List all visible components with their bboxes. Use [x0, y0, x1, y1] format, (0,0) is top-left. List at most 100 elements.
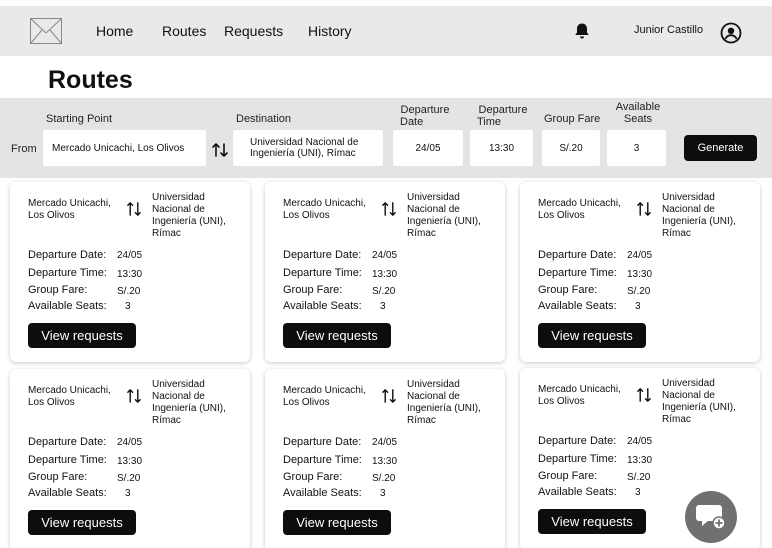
departure-time-value: 13:30	[117, 269, 143, 280]
departure-time-label: Departure Time:	[28, 454, 107, 466]
route-destination-line1: Universidad	[152, 192, 205, 203]
departure-date-value: 24/05	[372, 250, 398, 261]
departure-time-label-line1: Departure	[478, 104, 528, 116]
route-destination-line4: Rímac	[662, 228, 691, 239]
chat-fab-button[interactable]	[685, 491, 737, 543]
top-navigation-bar: Home Routes Requests History Junior Cast…	[0, 6, 772, 56]
group-fare-value: S/.20	[117, 286, 141, 297]
departure-date-value: 24/05	[627, 250, 653, 261]
view-requests-button[interactable]: View requests	[538, 509, 646, 534]
view-requests-button[interactable]: View requests	[28, 323, 136, 348]
swap-vertical-icon	[637, 202, 651, 216]
group-fare-input[interactable]: S/.20	[542, 130, 600, 166]
view-requests-button[interactable]: View requests	[283, 510, 391, 535]
route-origin-line1: Mercado Unicachi,	[283, 385, 366, 396]
swap-vertical-icon	[382, 202, 396, 216]
route-destination-line3: Ingeniería (UNI),	[407, 403, 481, 414]
route-destination-line2: Nacional de	[407, 391, 460, 402]
destination-value-line1: Universidad Nacional de	[250, 137, 359, 148]
route-destination-line3: Ingeniería (UNI),	[662, 402, 736, 413]
group-fare-value: S/.20	[627, 472, 651, 483]
generate-button[interactable]: Generate	[684, 135, 757, 161]
image-placeholder-icon[interactable]	[30, 18, 62, 44]
departure-time-input[interactable]: 13:30	[470, 130, 533, 166]
route-origin: Mercado Unicachi, Los Olivos	[538, 384, 633, 408]
destination-value-line2: Ingeniería (UNI), Rímac	[250, 148, 356, 159]
route-destination-line2: Nacional de	[407, 204, 460, 215]
group-fare-label: Group Fare:	[28, 284, 88, 296]
user-circle-icon[interactable]	[720, 22, 742, 44]
nav-home[interactable]: Home	[96, 23, 133, 39]
departure-date-label: Departure Date:	[538, 249, 617, 261]
group-fare-value: S/.20	[372, 473, 396, 484]
destination-label: Destination	[236, 113, 292, 125]
route-destination: Universidad Nacional de Ingeniería (UNI), R…	[407, 192, 497, 240]
route-destination-line1: Universidad	[152, 379, 205, 390]
departure-date-value: 24/05	[117, 250, 143, 261]
route-destination: Universidad Nacional de Ingeniería (UNI), R…	[407, 379, 497, 427]
available-seats-label: Available Seats:	[283, 300, 362, 312]
departure-date-value: 24/05	[415, 142, 441, 154]
route-destination-line3: Ingeniería (UNI),	[662, 216, 736, 227]
available-seats-value: 3	[635, 487, 641, 498]
route-destination: Universidad Nacional de Ingeniería (UNI), R…	[662, 378, 752, 426]
route-destination-line3: Ingeniería (UNI),	[407, 216, 481, 227]
route-origin-line1: Mercado Unicachi,	[28, 385, 111, 396]
route-destination: Universidad Nacional de Ingeniería (UNI), R…	[152, 192, 242, 240]
chat-add-icon	[696, 505, 726, 530]
route-card: Mercado Unicachi, Los Olivos Universidad Na…	[10, 369, 250, 548]
route-destination-line4: Rímac	[662, 414, 691, 425]
route-origin-line1: Mercado Unicachi,	[538, 384, 621, 395]
route-destination-line4: Rímac	[152, 415, 181, 426]
departure-time-label-line2: Time	[477, 116, 502, 128]
destination-input[interactable]: Universidad Nacional de Ingeniería (UNI)…	[233, 130, 383, 166]
starting-point-input[interactable]: Mercado Unicachi, Los Olivos	[43, 130, 206, 166]
swap-vertical-icon[interactable]	[211, 141, 229, 159]
departure-date-input[interactable]: 24/05	[393, 130, 463, 166]
available-seats-label: Available Seats:	[28, 300, 107, 312]
group-fare-label: Group Fare:	[538, 470, 598, 482]
departure-time-value: 13:30	[372, 269, 398, 280]
nav-requests[interactable]: Requests	[224, 23, 283, 39]
route-card: Mercado Unicachi, Los Olivos Universidad Na…	[265, 182, 505, 362]
route-origin-line1: Mercado Unicachi,	[538, 198, 621, 209]
group-fare-value: S/.20	[117, 473, 141, 484]
available-seats-label-line1: Available	[615, 101, 661, 113]
route-destination: Universidad Nacional de Ingeniería (UNI), R…	[152, 379, 242, 427]
user-name[interactable]: Junior Castillo	[634, 24, 703, 36]
nav-routes[interactable]: Routes	[162, 23, 206, 39]
available-seats-label: Available Seats:	[538, 300, 617, 312]
swap-vertical-icon	[127, 389, 141, 403]
bell-icon[interactable]	[573, 22, 591, 40]
available-seats-value: 3	[125, 301, 131, 312]
departure-date-value: 24/05	[372, 437, 398, 448]
departure-date-label: Departure Date	[394, 104, 456, 128]
route-destination-line4: Rímac	[407, 415, 436, 426]
route-origin: Mercado Unicachi, Los Olivos	[538, 198, 633, 222]
route-origin-line2: Los Olivos	[538, 396, 585, 407]
group-fare-value: S/.20	[559, 142, 583, 154]
group-fare-value: S/.20	[372, 286, 396, 297]
available-seats-value: 3	[633, 142, 640, 154]
departure-time-label: Departure Time	[473, 104, 533, 128]
route-origin-line2: Los Olivos	[538, 210, 585, 221]
route-destination-line2: Nacional de	[662, 204, 715, 215]
page-title: Routes	[48, 66, 133, 94]
view-requests-button[interactable]: View requests	[538, 323, 646, 348]
group-fare-label: Group Fare:	[283, 471, 343, 483]
starting-point-label: Starting Point	[46, 113, 113, 125]
route-destination-line4: Rímac	[407, 228, 436, 239]
nav-history[interactable]: History	[308, 23, 352, 39]
view-requests-button[interactable]: View requests	[283, 323, 391, 348]
departure-time-value: 13:30	[627, 455, 653, 466]
route-destination-line1: Universidad	[662, 378, 715, 389]
departure-time-label: Departure Time:	[538, 267, 617, 279]
route-destination-line3: Ingeniería (UNI),	[152, 403, 226, 414]
route-card: Mercado Unicachi, Los Olivos Universidad Na…	[265, 369, 505, 548]
departure-date-label: Departure Date:	[28, 436, 107, 448]
departure-time-label: Departure Time:	[28, 267, 107, 279]
departure-date-label: Departure Date:	[538, 435, 617, 447]
view-requests-button[interactable]: View requests	[28, 510, 136, 535]
available-seats-input[interactable]: 3	[607, 130, 666, 166]
departure-time-label: Departure Time:	[283, 267, 362, 279]
